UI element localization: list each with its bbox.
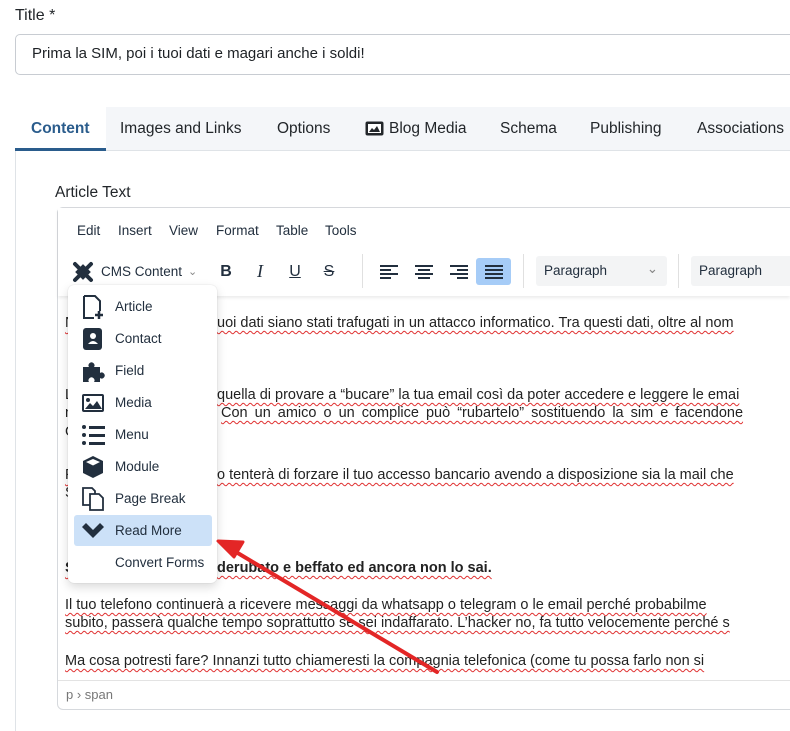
annotation-arrow xyxy=(216,539,439,674)
